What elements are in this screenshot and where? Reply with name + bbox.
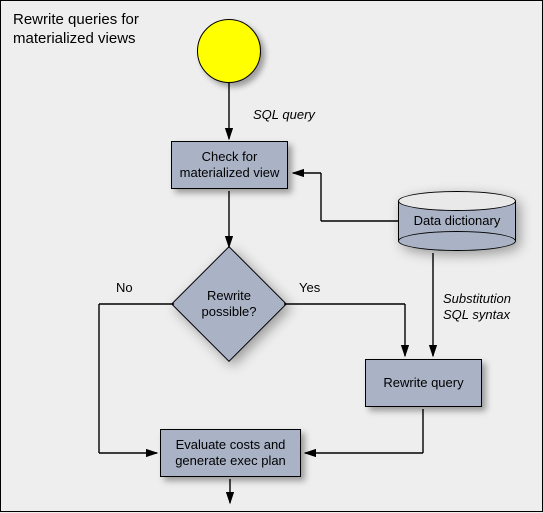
substitution-line2: SQL syntax	[443, 307, 510, 322]
rewrite-node: Rewrite query	[365, 359, 482, 407]
no-label: No	[116, 280, 133, 295]
dictionary-node: Data dictionary	[398, 191, 516, 251]
rewrite-label: Rewrite query	[383, 375, 463, 391]
substitution-label: Substitution SQL syntax	[443, 291, 511, 322]
start-node	[197, 19, 261, 83]
diagram-canvas: Rewrite queries for materialized views C…	[0, 0, 543, 512]
check-node: Check for materialized view	[171, 141, 288, 189]
decision-node: Rewrite possible?	[174, 249, 284, 359]
evaluate-node: Evaluate costs and generate exec plan	[160, 429, 301, 477]
title-line2: materialized views	[13, 30, 136, 47]
dictionary-label: Data dictionary	[414, 213, 501, 228]
sql-query-label: SQL query	[253, 107, 315, 122]
diagram-title: Rewrite queries for materialized views	[13, 11, 139, 49]
check-label: Check for materialized view	[180, 149, 280, 182]
yes-label: Yes	[299, 280, 320, 295]
substitution-line1: Substitution	[443, 291, 511, 306]
decision-label: Rewrite possible?	[202, 288, 257, 321]
title-line1: Rewrite queries for	[13, 11, 139, 28]
evaluate-label: Evaluate costs and generate exec plan	[175, 437, 286, 470]
